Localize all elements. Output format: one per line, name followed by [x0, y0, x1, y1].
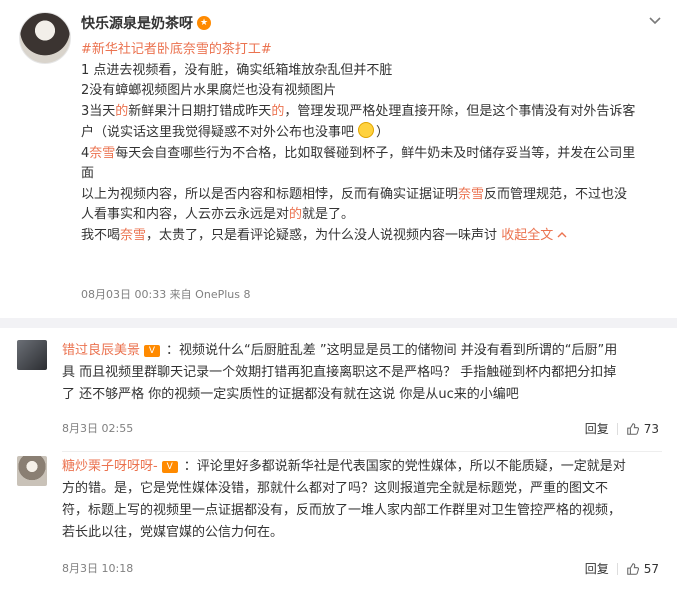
text-fragment: ） — [376, 125, 390, 140]
comment-head: 糖炒栗子呀呀呀- V ：评论里好多都说新华社是代表国家的党性媒体，所以不能质疑，… — [62, 456, 626, 478]
comment-divider — [62, 451, 662, 452]
author-name[interactable]: 快乐源泉是奶茶呀 — [81, 13, 193, 33]
post-line: 以上为视频内容，所以是否内容和标题相悖，反而有确实证据证明奈雪反而管理规范，不过… — [81, 185, 666, 206]
commenter-name[interactable]: 糖炒栗子呀呀呀- — [62, 456, 158, 478]
highlighted-text: 奈雪 — [89, 145, 116, 161]
collapse-link[interactable]: 收起全文 — [501, 228, 553, 243]
reply-button[interactable]: 回复 — [585, 560, 609, 577]
highlighted-text: 奈雪 — [458, 186, 485, 202]
post-meta: 08月03日 00:33 来自 OnePlus 8 — [81, 288, 251, 301]
comment-text: 糖炒栗子呀呀呀- V ：评论里好多都说新华社是代表国家的党性媒体，所以不能质疑，… — [62, 456, 662, 544]
comment-line: 方的错。是，它是党性媒体没错，那就什么都对了吗？这则报道完全就是标题党，严重的图… — [62, 481, 609, 496]
text-fragment: 就是了。 — [302, 207, 355, 222]
vip-badge-icon: V — [144, 345, 161, 357]
topic-link[interactable]: #新华社记者卧底奈雪的茶打工# — [81, 40, 666, 61]
action-separator — [616, 422, 618, 435]
text-fragment: 新鲜果汁日期打错成昨天 — [128, 103, 272, 119]
text-fragment: 以上为视频内容，所以是否内容和标题相悖，反而有确实证据证明 — [81, 186, 459, 202]
like-count: 73 — [643, 421, 659, 436]
section-divider — [0, 318, 677, 328]
post-line: 1 点进去视频看，没有脏，确实纸箱堆放杂乱但并不脏 — [81, 62, 393, 78]
text-fragment: ，太贵了，只是看评论疑惑，为什么没人说视频内容一味声讨 — [146, 227, 498, 243]
post-line: 4奈雪每天会自查哪些行为不合格，比如取餐碰到杯子，鲜牛奶未及时储存妥当等，并发在… — [81, 144, 666, 165]
comment-line: ：视频说什么“后厨脏乱差 ”这明显是员工的储物间 并没有看到所谓的“后厨”用 — [166, 343, 618, 358]
text-fragment: 我不喝 — [81, 227, 121, 243]
thumbs-up-icon — [626, 422, 639, 435]
like-count: 57 — [643, 561, 659, 576]
action-separator — [616, 562, 618, 575]
post-author[interactable]: 快乐源泉是奶茶呀 ★ — [81, 13, 211, 33]
like-button[interactable]: 57 — [626, 562, 659, 576]
post-line: 我不喝奈雪，太贵了，只是看评论疑惑，为什么没人说视频内容一味声讨 收起全文 — [81, 226, 666, 247]
highlighted-text: 奈雪 — [120, 227, 147, 243]
chevron-up-icon[interactable] — [557, 230, 567, 240]
comments-list: 错过良辰美景 V ：视频说什么“后厨脏乱差 ”这明显是员工的储物间 并没有看到所… — [0, 328, 677, 592]
comment-text: 错过良辰美景 V ：视频说什么“后厨脏乱差 ”这明显是员工的储物间 并没有看到所… — [62, 340, 662, 406]
crown-badge-icon: ★ — [197, 16, 211, 30]
text-fragment: 3当天 — [81, 103, 116, 119]
avatar[interactable] — [19, 12, 71, 64]
chevron-down-icon[interactable] — [647, 12, 663, 28]
comment-time: 8月3日 02:55 — [62, 422, 134, 435]
highlighted-text: 的 — [271, 103, 285, 119]
comment-head: 错过良辰美景 V ：视频说什么“后厨脏乱差 ”这明显是员工的储物间 并没有看到所… — [62, 340, 617, 362]
comment-line: 了 还不够严格 你的视频一定实质性的证据都没有就在这说 你是从uc来的小编吧 — [62, 387, 519, 402]
comment-time: 8月3日 10:18 — [62, 562, 134, 575]
text-fragment: 反而管理规范，不过也没 — [484, 186, 628, 202]
weibo-post: 快乐源泉是奶茶呀 ★ #新华社记者卧底奈雪的茶打工# 1 点进去视频看，没有脏，… — [0, 0, 677, 310]
emoji-face-icon — [358, 122, 375, 138]
commenter-avatar[interactable] — [17, 340, 47, 370]
thumbs-up-icon — [626, 562, 639, 575]
text-fragment: 户（说实话这里我觉得疑惑不对外公布也没事吧 — [81, 125, 355, 140]
post-line: 2没有蟑螂视频图片水果腐烂也没有视频图片 — [81, 83, 337, 98]
post-body: #新华社记者卧底奈雪的茶打工# 1 点进去视频看，没有脏，确实纸箱堆放杂乱但并不… — [81, 40, 666, 246]
comment-line: 符，标题上写的视频里一点证据都没有，反而放了一堆人家内部工作群里对卫生管控严格的… — [62, 503, 622, 518]
like-button[interactable]: 73 — [626, 422, 659, 436]
text-fragment: 每天会自查哪些行为不合格，比如取餐碰到杯子，鲜牛奶未及时储存妥当等，并发在公司里 — [115, 145, 636, 161]
post-line: 人看事实和内容，人云亦云永远是对的就是了。 — [81, 205, 666, 226]
comment-actions: 回复 73 — [585, 420, 659, 437]
reply-button[interactable]: 回复 — [585, 420, 609, 437]
comment-line: 具 而且视频里群聊天记录一个效期打错再犯直接离职这不是严格吗？ 手指触碰到杯内都… — [62, 365, 617, 380]
text-fragment: 人看事实和内容，人云亦云永远是对 — [81, 207, 290, 222]
highlighted-text: 的 — [289, 207, 303, 222]
commenter-name[interactable]: 错过良辰美景 — [62, 340, 140, 362]
highlighted-text: 的 — [115, 103, 129, 119]
post-line: 3当天的新鲜果汁日期打错成昨天的，管理发现严格处理直接开除，但是这个事情没有对外… — [81, 102, 666, 123]
comment-line: ：评论里好多都说新华社是代表国家的党性媒体，所以不能质疑，一定就是对 — [183, 459, 626, 474]
text-fragment: ，管理发现严格处理直接开除，但是这个事情没有对外告诉客 — [284, 103, 636, 119]
commenter-avatar[interactable] — [17, 456, 47, 486]
comment-line: 若长此以往，党媒官媒的公信力何在。 — [62, 525, 284, 540]
comment-actions: 回复 57 — [585, 560, 659, 577]
post-line: 面 — [81, 166, 95, 181]
vip-badge-icon: V — [161, 461, 178, 473]
post-line: 户（说实话这里我觉得疑惑不对外公布也没事吧 ） — [81, 122, 666, 144]
